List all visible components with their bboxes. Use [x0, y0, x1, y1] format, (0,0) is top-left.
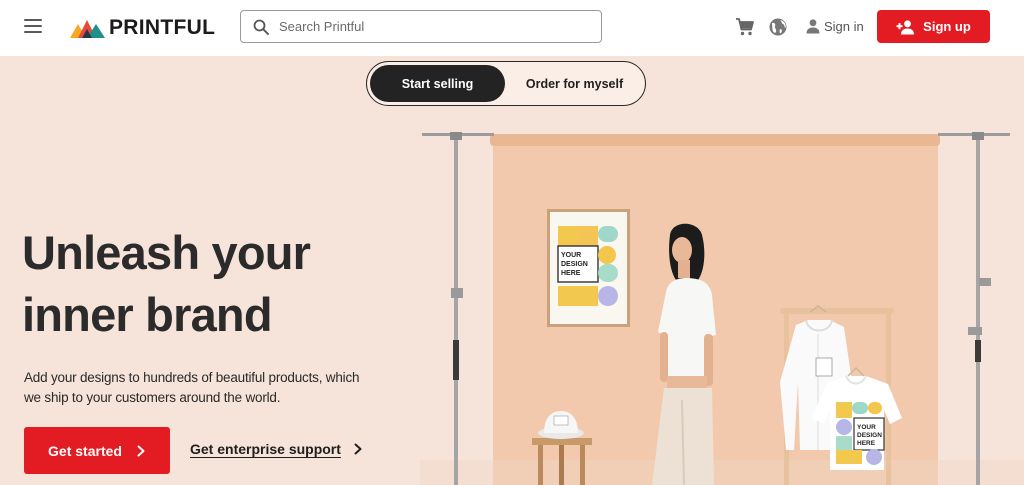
- sign-up-button[interactable]: Sign up: [877, 10, 990, 43]
- sign-in-label: Sign in: [824, 18, 864, 34]
- brand-name: PRINTFUL: [109, 16, 216, 39]
- svg-text:YOUR: YOUR: [561, 252, 581, 259]
- svg-text:DESIGN: DESIGN: [561, 261, 588, 268]
- add-user-icon: [896, 19, 915, 34]
- menu-icon[interactable]: [24, 19, 42, 33]
- get-started-button[interactable]: Get started: [24, 427, 170, 474]
- svg-text:HERE: HERE: [857, 440, 876, 447]
- tab-start-selling[interactable]: Start selling: [370, 65, 505, 102]
- headline-line-2: inner brand: [22, 288, 273, 341]
- printful-logo-mark: [70, 20, 105, 38]
- get-started-label: Get started: [48, 442, 122, 459]
- svg-text:DESIGN: DESIGN: [857, 432, 882, 439]
- user-icon: [806, 19, 820, 34]
- search-icon: [253, 19, 269, 35]
- globe-icon[interactable]: [768, 17, 788, 37]
- chevron-right-icon: [354, 443, 362, 455]
- svg-text:HERE: HERE: [561, 270, 581, 277]
- enterprise-support-link[interactable]: Get enterprise support: [190, 441, 363, 457]
- hero-headline: Unleash your inner brand: [22, 222, 402, 346]
- audience-toggle: Start selling Order for myself: [366, 61, 646, 106]
- hero-image: YOUR DESIGN HERE YOUR DESIGN HERE: [420, 132, 1024, 485]
- svg-text:YOUR: YOUR: [857, 424, 876, 431]
- cart-icon[interactable]: [735, 17, 755, 37]
- hero-subtext: Add your designs to hundreds of beautifu…: [24, 370, 360, 405]
- search-bar[interactable]: [240, 10, 602, 43]
- tab-order-for-myself[interactable]: Order for myself: [507, 65, 642, 102]
- chevron-right-icon: [137, 445, 145, 456]
- sign-up-label: Sign up: [923, 19, 971, 34]
- printful-logo[interactable]: PRINTFUL: [70, 15, 215, 41]
- top-nav: PRINTFUL Sign in Sign up: [0, 0, 1024, 56]
- headline-line-1: Unleash your: [22, 226, 311, 279]
- sign-in-link[interactable]: Sign in: [805, 18, 864, 34]
- search-input[interactable]: [279, 19, 579, 34]
- enterprise-support-label: Get enterprise support: [190, 441, 341, 457]
